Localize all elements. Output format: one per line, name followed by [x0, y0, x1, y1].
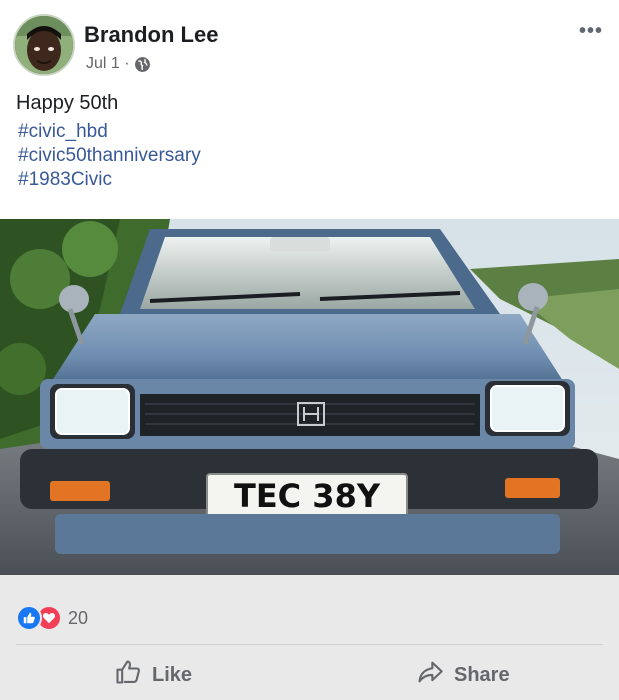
reaction-summary[interactable]: 20: [16, 605, 88, 631]
like-icon: [16, 605, 42, 631]
post-photo[interactable]: TEC 38Y: [0, 219, 619, 575]
like-button[interactable]: Like: [114, 659, 192, 691]
post-text: Happy 50th: [16, 92, 119, 114]
share-button[interactable]: Share: [416, 659, 510, 691]
avatar[interactable]: [13, 14, 75, 76]
hashtag-list: #civic_hbd #civic50thanniversary #1983Ci…: [18, 120, 201, 192]
post-meta: Jul 1 ·: [86, 55, 151, 73]
footer-divider: [16, 644, 603, 645]
post-date[interactable]: Jul 1 ·: [86, 55, 130, 73]
hashtag-link[interactable]: #1983Civic: [18, 168, 201, 192]
post-footer: 20 Like Share: [0, 575, 619, 700]
share-arrow-icon: [416, 658, 444, 692]
post-author[interactable]: Brandon Lee: [84, 22, 218, 48]
more-options-button[interactable]: •••: [579, 20, 603, 43]
reaction-count: 20: [68, 607, 89, 628]
hashtag-link[interactable]: #civic50thanniversary: [18, 144, 201, 168]
share-label: Share: [454, 663, 510, 686]
hashtag-link[interactable]: #civic_hbd: [18, 120, 201, 144]
thumbs-up-icon: [114, 658, 142, 692]
car-photo: TEC 38Y: [0, 219, 619, 575]
like-label: Like: [152, 663, 193, 686]
globe-icon: [134, 56, 151, 73]
license-plate-text: TEC 38Y: [234, 477, 381, 515]
facebook-post: Brandon Lee Jul 1 · ••• Happy 50th #civi…: [0, 0, 619, 700]
